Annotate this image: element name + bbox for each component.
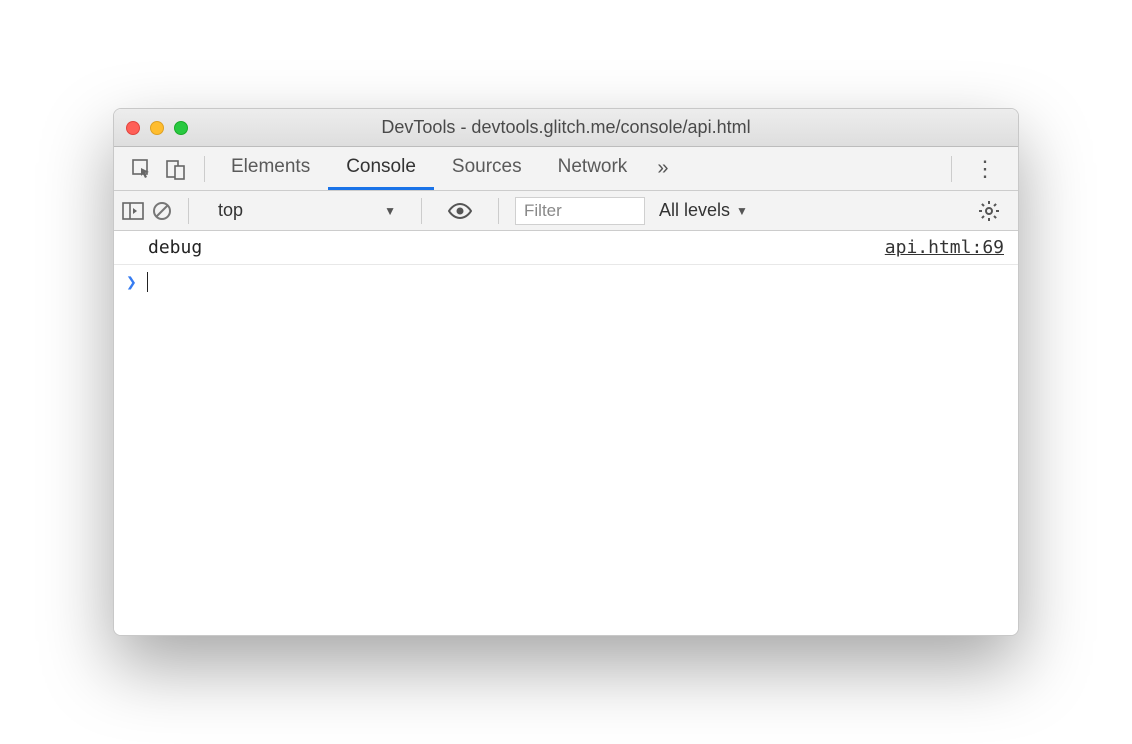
console-settings-icon[interactable] — [968, 200, 1010, 222]
device-toolbar-icon[interactable] — [166, 158, 186, 180]
tab-network[interactable]: Network — [540, 147, 646, 190]
divider — [951, 156, 952, 182]
window-title: DevTools - devtools.glitch.me/console/ap… — [114, 117, 1018, 138]
log-levels-selector[interactable]: All levels ▼ — [653, 200, 754, 221]
divider — [204, 156, 205, 182]
clear-console-icon[interactable] — [152, 201, 172, 221]
devtools-window: DevTools - devtools.glitch.me/console/ap… — [113, 108, 1019, 636]
console-prompt[interactable]: ❯ — [114, 265, 1018, 299]
console-toolbar: top ▼ All levels ▼ — [114, 191, 1018, 231]
console-message-text: debug — [148, 237, 202, 258]
console-output: debug api.html:69 ❯ — [114, 231, 1018, 635]
divider — [188, 198, 189, 224]
window-controls — [126, 121, 188, 135]
titlebar: DevTools - devtools.glitch.me/console/ap… — [114, 109, 1018, 147]
divider — [421, 198, 422, 224]
more-options-button[interactable]: ⋮ — [960, 156, 1010, 182]
close-window-button[interactable] — [126, 121, 140, 135]
filter-input[interactable] — [515, 197, 645, 225]
minimize-window-button[interactable] — [150, 121, 164, 135]
live-expression-icon[interactable] — [438, 203, 482, 219]
console-sidebar-toggle-icon[interactable] — [122, 202, 144, 220]
chevron-down-icon: ▼ — [736, 204, 748, 218]
text-cursor — [147, 272, 148, 292]
inspect-element-icon[interactable] — [132, 159, 152, 179]
zoom-window-button[interactable] — [174, 121, 188, 135]
panel-toolbar: Elements Console Sources Network » ⋮ — [114, 147, 1018, 191]
execution-context-label: top — [218, 200, 243, 221]
tab-sources[interactable]: Sources — [434, 147, 540, 190]
console-message-source-link[interactable]: api.html:69 — [885, 237, 1004, 258]
execution-context-selector[interactable]: top ▼ — [205, 196, 405, 226]
tab-elements[interactable]: Elements — [213, 147, 328, 190]
divider — [498, 198, 499, 224]
tab-console[interactable]: Console — [328, 147, 434, 190]
log-levels-label: All levels — [659, 200, 730, 221]
console-message-row: debug api.html:69 — [114, 231, 1018, 265]
more-tabs-button[interactable]: » — [645, 157, 680, 180]
prompt-chevron-icon: ❯ — [126, 272, 137, 293]
chevron-down-icon: ▼ — [384, 204, 396, 218]
panel-tabs: Elements Console Sources Network — [213, 147, 645, 190]
